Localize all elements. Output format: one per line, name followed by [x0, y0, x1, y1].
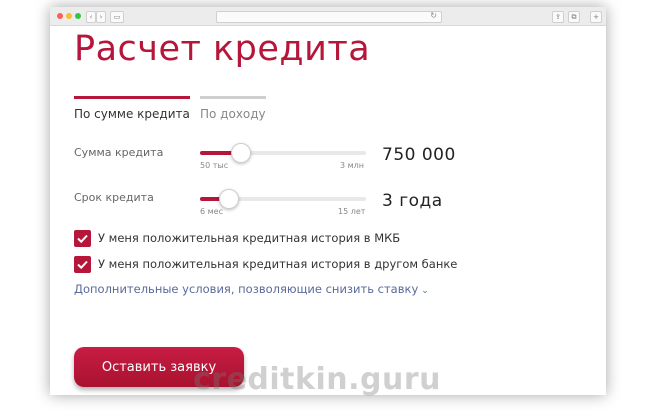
checkbox-checked-icon[interactable]	[74, 230, 91, 247]
additional-conditions-label: Дополнительные условия, позволяющие сниз…	[74, 282, 419, 296]
forward-button[interactable]: ›	[96, 11, 106, 23]
loan-term-value: 3 года	[382, 191, 443, 211]
loan-term-label: Срок кредита	[74, 191, 154, 204]
loan-amount-slider[interactable]	[200, 143, 366, 163]
tab-by-income[interactable]: По доходу	[200, 96, 266, 121]
loan-amount-label: Сумма кредита	[74, 146, 164, 159]
checkbox-mkb-history-label: У меня положительная кредитная история в…	[98, 231, 401, 245]
watermark-text: creditkin.guru	[193, 362, 441, 397]
maximize-window-icon[interactable]	[75, 13, 81, 19]
checkmark-icon	[77, 260, 88, 270]
browser-window: ‹ › ▭ ↻ ⇪ ⧉ + Расчет кредита По сумме кр…	[50, 7, 606, 395]
checkmark-icon	[77, 234, 88, 244]
loan-amount-value: 750 000	[382, 145, 456, 165]
loan-term-min-label: 6 мес	[200, 207, 223, 216]
close-window-icon[interactable]	[57, 13, 63, 19]
loan-term-max-label: 15 лет	[338, 207, 366, 216]
loan-term-slider-handle[interactable]	[219, 189, 240, 209]
tabs-overview-button[interactable]: ⧉	[568, 11, 580, 23]
page-content: Расчет кредита По сумме кредита По доход…	[50, 26, 606, 395]
loan-amount-min-label: 50 тыс	[200, 161, 229, 170]
address-bar[interactable]: ↻	[216, 11, 442, 23]
checkbox-checked-icon[interactable]	[74, 256, 91, 273]
back-button[interactable]: ‹	[86, 11, 96, 23]
chevron-down-icon: ⌄	[421, 286, 429, 296]
minimize-window-icon[interactable]	[66, 13, 72, 19]
tab-by-loan-amount[interactable]: По сумме кредита	[74, 96, 190, 121]
additional-conditions-link[interactable]: Дополнительные условия, позволяющие сниз…	[74, 282, 429, 296]
loan-amount-slider-handle[interactable]	[230, 143, 251, 163]
new-tab-button[interactable]: +	[590, 11, 602, 23]
reload-icon[interactable]: ↻	[430, 11, 437, 20]
page-title: Расчет кредита	[74, 29, 371, 69]
checkbox-other-bank-history-label: У меня положительная кредитная история в…	[98, 257, 458, 271]
loan-term-slider[interactable]	[200, 189, 366, 209]
sidebar-toggle-button[interactable]: ▭	[110, 11, 124, 23]
browser-titlebar: ‹ › ▭ ↻ ⇪ ⧉ +	[50, 7, 606, 26]
share-button[interactable]: ⇪	[552, 11, 564, 23]
loan-amount-max-label: 3 млн	[340, 161, 365, 170]
